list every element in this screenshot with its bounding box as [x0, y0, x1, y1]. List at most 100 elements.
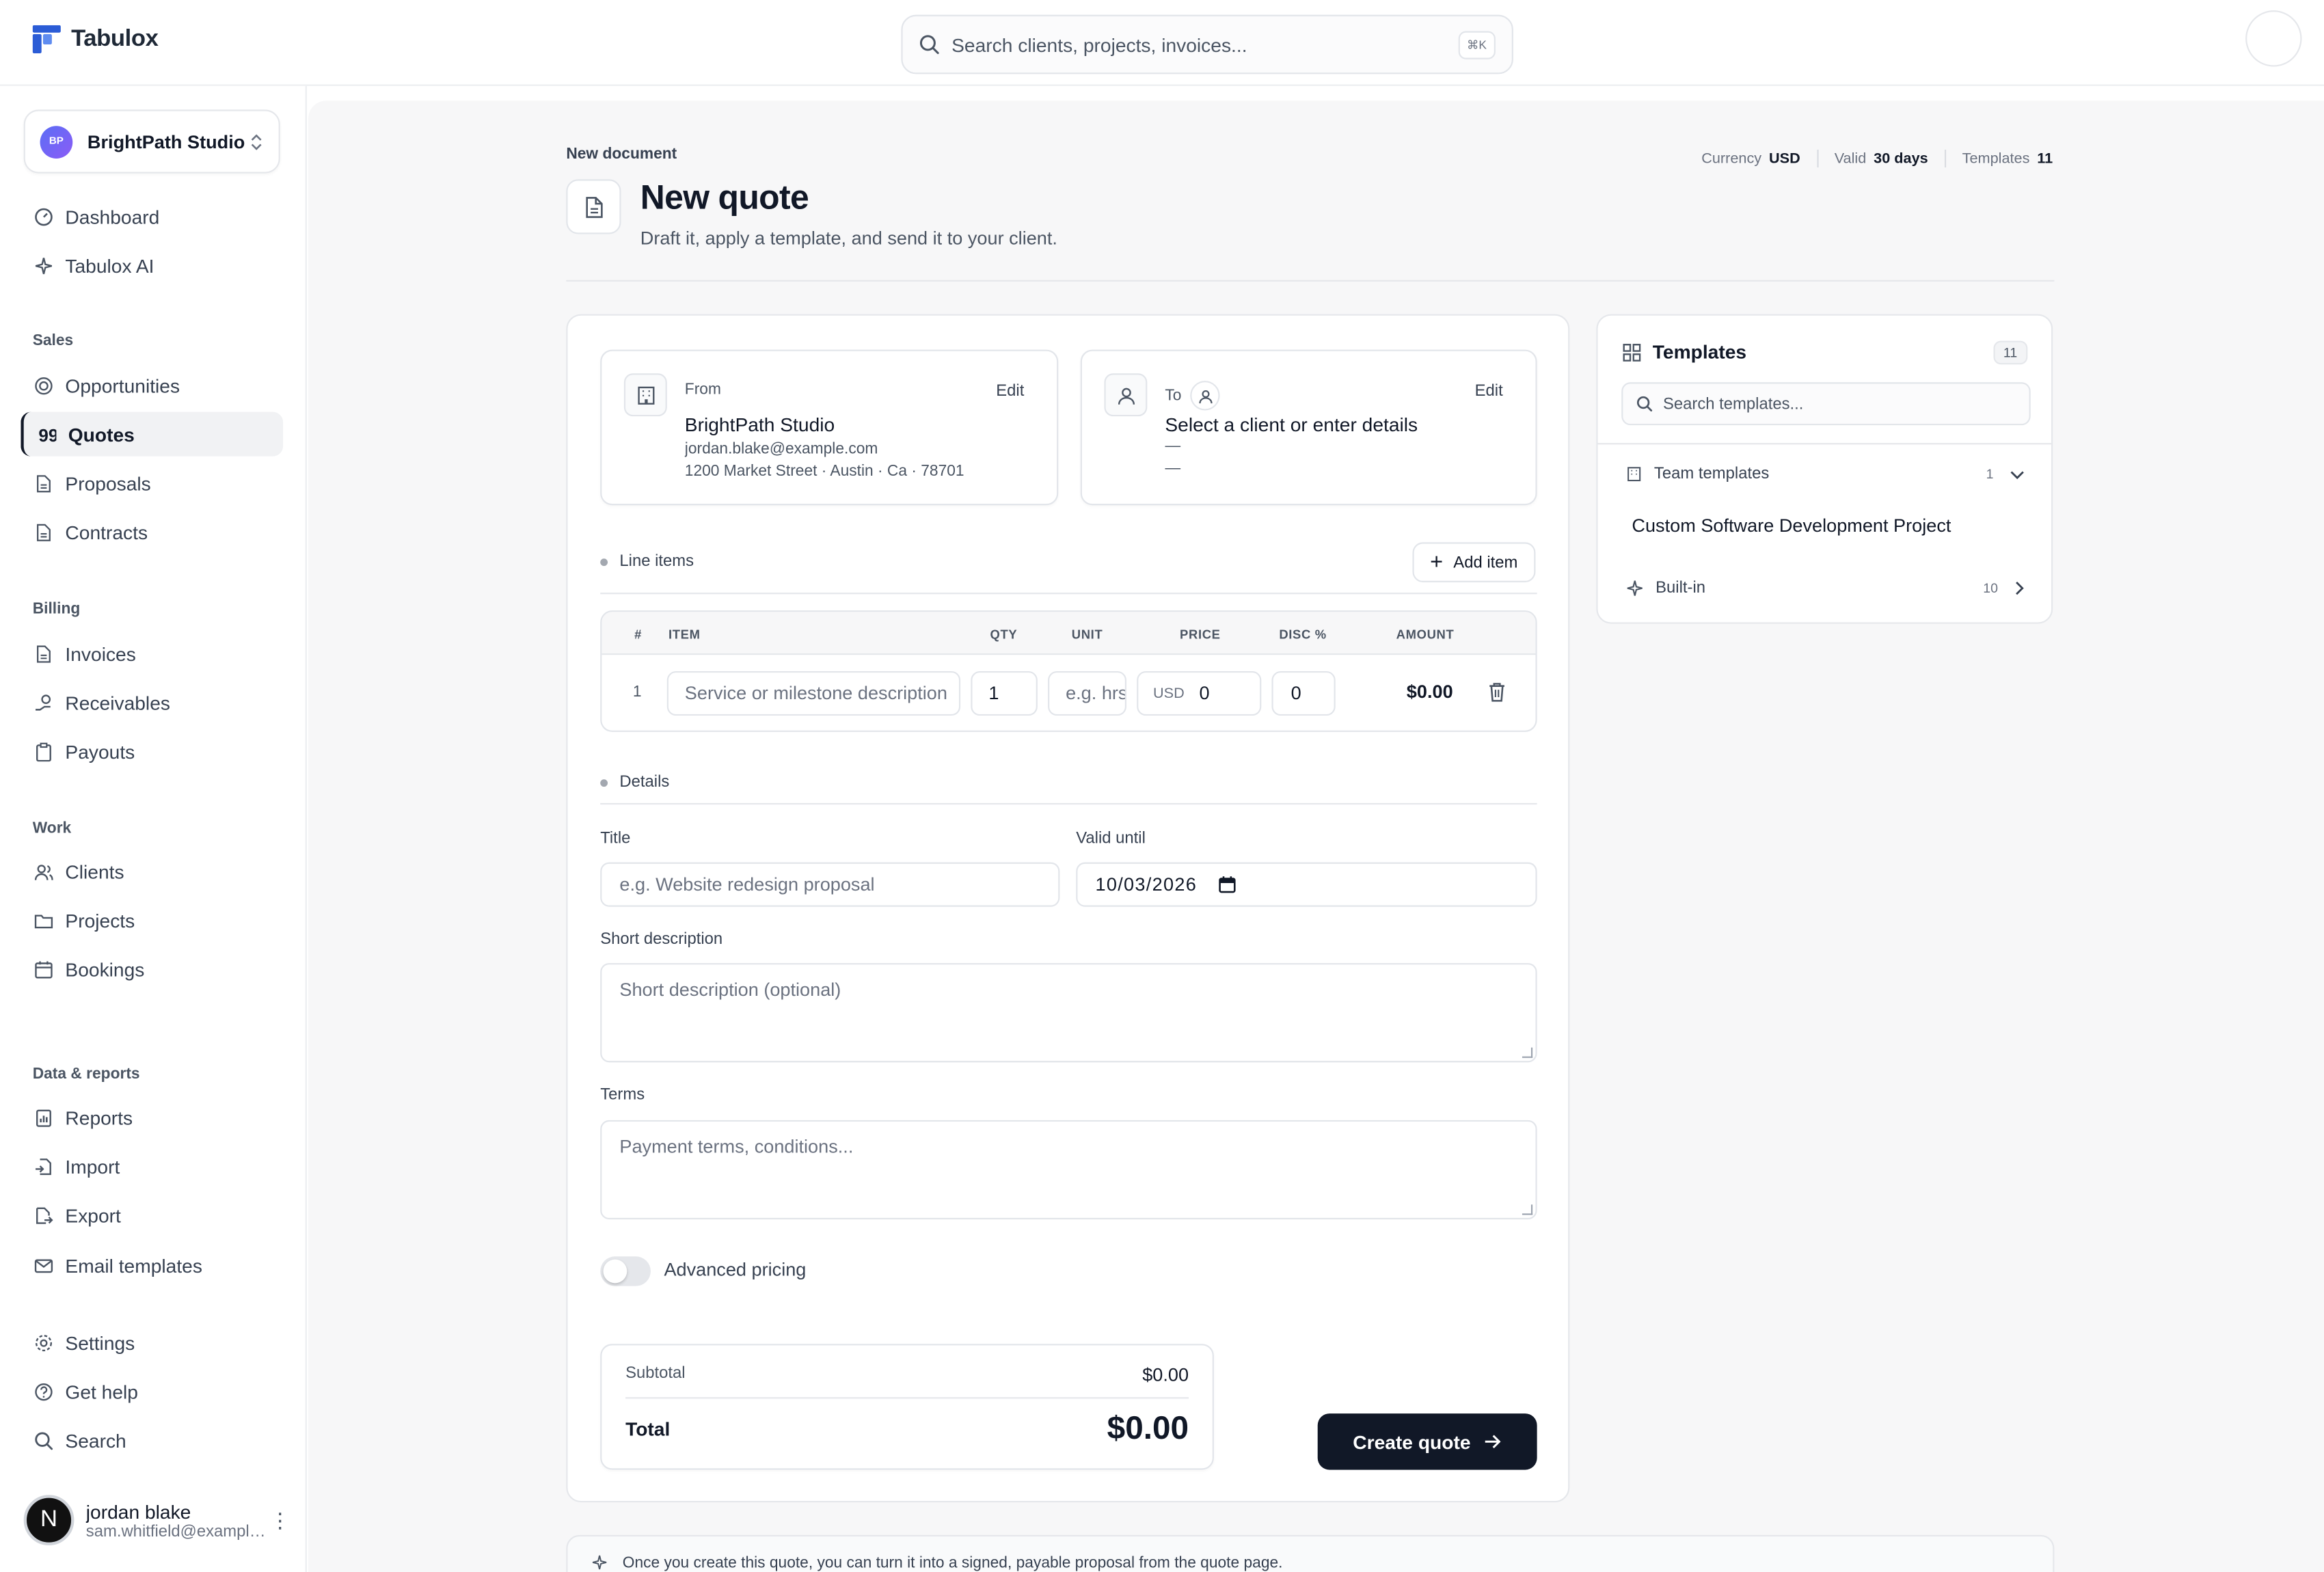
line-items-header: Line items	[600, 553, 694, 571]
sidebar: BP BrightPath Studio Dashboard Tabulox AI…	[0, 85, 307, 1572]
to-line-3: —	[1165, 459, 1181, 478]
total-value: $0.00	[1107, 1409, 1189, 1446]
totals-box: Subtotal $0.00 Total $0.00	[600, 1344, 1214, 1470]
user-avatar: N	[23, 1495, 75, 1546]
line-items-title: Line items	[619, 552, 694, 571]
title-label: Title	[600, 829, 631, 848]
trash-icon[interactable]	[1488, 681, 1506, 702]
qty-input[interactable]: 1	[971, 671, 1038, 716]
create-quote-label: Create quote	[1353, 1431, 1471, 1453]
valid-until-date-input[interactable]: 10/03/2026	[1076, 862, 1537, 907]
title-input[interactable]: e.g. Website redesign proposal	[600, 862, 1060, 907]
document-icon	[34, 522, 53, 541]
create-quote-button[interactable]: Create quote	[1317, 1413, 1537, 1470]
description-textarea[interactable]: Short description (optional)	[600, 963, 1537, 1063]
logo[interactable]: Tabulox	[32, 25, 159, 54]
plus-icon: +	[1430, 550, 1444, 575]
template-group-label: Team templates	[1653, 465, 1770, 483]
col-qty: QTY	[990, 626, 1018, 642]
sidebar-item-contracts[interactable]: Contracts	[21, 510, 283, 554]
search-input[interactable]: Search clients, projects, invoices...	[951, 33, 1458, 56]
hand-coins-icon	[34, 692, 53, 712]
sidebar-section-title: Billing	[32, 599, 81, 618]
divider	[600, 593, 1537, 595]
to-card[interactable]: To Edit Select a client or enter details…	[1080, 349, 1537, 506]
col-price: PRICE	[1180, 626, 1221, 642]
sparkles-icon	[1626, 580, 1644, 597]
meta-templates-label: Templates	[1962, 150, 2030, 167]
line-items-table: # ITEM QTY UNIT PRICE DISC % AMOUNT 1 Se…	[600, 610, 1537, 732]
sidebar-item-export[interactable]: Export	[21, 1193, 283, 1237]
edit-from-button[interactable]: Edit	[996, 382, 1024, 400]
sidebar-item-payouts[interactable]: Payouts	[21, 729, 283, 774]
price-input[interactable]: USD 0	[1137, 671, 1262, 716]
top-bar: Tabulox Search clients, projects, invoic…	[0, 0, 2324, 86]
template-group-builtin[interactable]: Built-in 10	[1626, 580, 2025, 597]
sidebar-item-invoices[interactable]: Invoices	[21, 631, 283, 675]
notice-text: Once you create this quote, you can turn…	[622, 1554, 1283, 1572]
sidebar-item-settings[interactable]: Settings	[21, 1320, 283, 1365]
sidebar-item-label: Projects	[65, 908, 135, 932]
sidebar-item-import[interactable]: Import	[21, 1144, 283, 1189]
details-title: Details	[619, 773, 670, 791]
terms-label: Terms	[600, 1085, 645, 1105]
import-icon	[34, 1156, 53, 1176]
sidebar-item-quotes[interactable]: 99 Quotes	[21, 411, 284, 457]
user-menu[interactable]: N jordan blake sam.whitfield@example.com…	[23, 1491, 290, 1550]
workspace-switcher[interactable]: BP BrightPath Studio	[23, 109, 280, 174]
template-group-count: 10	[1983, 580, 1999, 596]
calendar-icon[interactable]	[1217, 876, 1235, 893]
sidebar-item-projects[interactable]: Projects	[21, 898, 283, 943]
template-group-team[interactable]: Team templates 1	[1626, 465, 2025, 483]
global-search[interactable]: Search clients, projects, invoices... ⌘K	[901, 14, 1513, 74]
sidebar-item-clients[interactable]: Clients	[21, 849, 283, 893]
breadcrumb: New document	[566, 145, 677, 163]
add-item-button[interactable]: + Add item	[1412, 542, 1536, 582]
clipboard-icon	[34, 742, 53, 761]
unit-input[interactable]: e.g. hrs	[1048, 671, 1126, 716]
terms-textarea[interactable]: Payment terms, conditions...	[600, 1120, 1537, 1220]
from-label: From	[684, 381, 721, 399]
sidebar-item-email-templates[interactable]: Email templates	[21, 1243, 283, 1288]
sidebar-item-tabulox-ai[interactable]: Tabulox AI	[21, 243, 283, 288]
discount-input[interactable]: 0	[1271, 671, 1336, 716]
app-name: Tabulox	[71, 25, 159, 51]
sidebar-item-label: Reports	[65, 1106, 133, 1128]
sidebar-item-search[interactable]: Search	[21, 1418, 283, 1463]
search-icon	[34, 1431, 53, 1450]
quote-icon: 99	[37, 424, 56, 444]
from-card[interactable]: From Edit BrightPath Studio jordan.blake…	[600, 349, 1059, 506]
item-description-input[interactable]: Service or milestone description	[666, 671, 961, 716]
row-amount: $0.00	[1406, 681, 1453, 703]
templates-search-input[interactable]: Search templates...	[1621, 382, 2031, 426]
template-group-count: 1	[1986, 466, 1994, 482]
sidebar-item-proposals[interactable]: Proposals	[21, 461, 283, 505]
sidebar-item-opportunities[interactable]: Opportunities	[21, 363, 283, 407]
sidebar-item-reports[interactable]: Reports	[21, 1095, 283, 1139]
shortcut-badge: ⌘K	[1457, 30, 1496, 59]
sidebar-item-label: Opportunities	[65, 374, 180, 396]
total-label: Total	[625, 1417, 671, 1440]
sidebar-item-receivables[interactable]: Receivables	[21, 680, 283, 724]
from-name: BrightPath Studio	[684, 413, 835, 436]
table-header: # ITEM QTY UNIT PRICE DISC % AMOUNT	[602, 612, 1536, 655]
edit-to-button[interactable]: Edit	[1475, 382, 1503, 400]
templates-header: Templates	[1623, 341, 1746, 363]
gear-icon	[34, 1333, 53, 1352]
col-item: ITEM	[668, 626, 701, 642]
sidebar-item-label: Payouts	[65, 740, 135, 763]
profile-avatar[interactable]	[2245, 10, 2302, 67]
sidebar-item-dashboard[interactable]: Dashboard	[21, 194, 283, 239]
export-icon	[34, 1206, 53, 1225]
meta-currency-label: Currency	[1701, 150, 1762, 167]
row-number: 1	[632, 683, 642, 701]
template-item[interactable]: Custom Software Development Project	[1632, 515, 1951, 536]
sidebar-item-get-help[interactable]: Get help	[21, 1369, 283, 1413]
subtotal-value: $0.00	[1142, 1364, 1189, 1385]
meta-valid-label: Valid	[1834, 150, 1867, 167]
to-name: Select a client or enter details	[1165, 413, 1418, 436]
description-label: Short description	[600, 930, 723, 949]
advanced-pricing-toggle[interactable]	[600, 1256, 651, 1286]
sidebar-item-bookings[interactable]: Bookings	[21, 947, 283, 991]
more-vertical-icon[interactable]: ⋮	[270, 1508, 290, 1533]
